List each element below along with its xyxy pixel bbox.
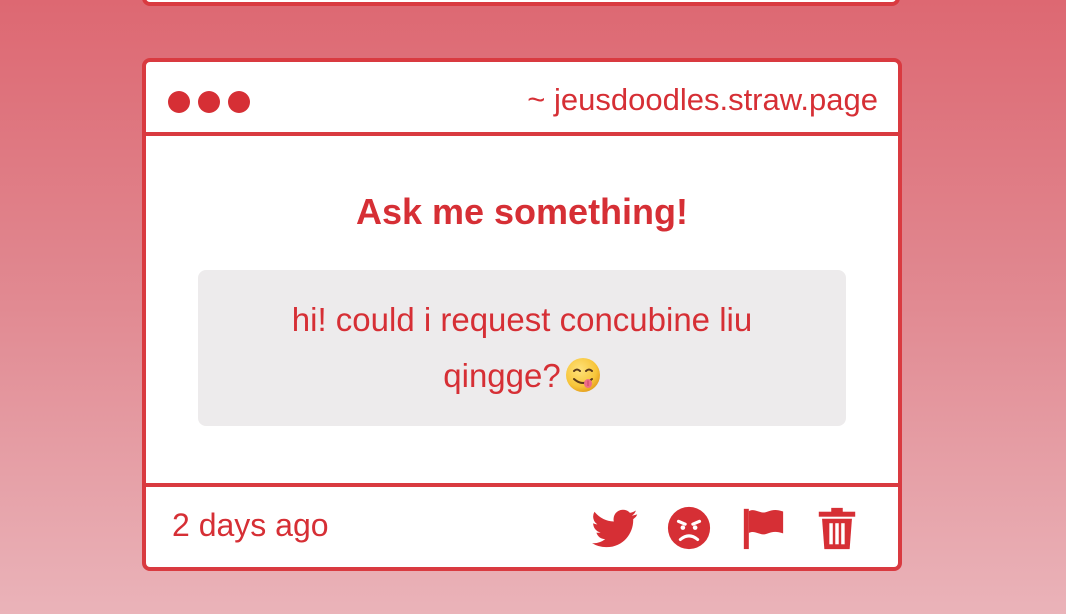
question-text: hi! could i request concubine liu qingge…	[291, 301, 753, 394]
prompt-heading: Ask me something!	[355, 191, 689, 232]
flag-icon[interactable]	[740, 505, 786, 551]
twitter-icon[interactable]	[592, 505, 638, 551]
question-box: hi! could i request concubine liu qingge…	[198, 270, 846, 426]
face-savoring-food-emoji	[565, 358, 600, 392]
timestamp: 2 days ago	[172, 507, 329, 543]
card-footer: 2 days ago	[146, 487, 898, 567]
dot-icon	[228, 91, 250, 113]
window-dots	[168, 91, 250, 113]
action-bar	[592, 505, 860, 551]
angry-face-icon[interactable]	[666, 505, 712, 551]
previous-card	[142, 0, 900, 6]
page-url[interactable]: ~ jeusdoodles.straw.page	[527, 80, 878, 120]
question-card: ~ jeusdoodles.straw.page Ask me somethin…	[142, 58, 902, 571]
dot-icon	[168, 91, 190, 113]
trash-icon[interactable]	[814, 505, 860, 551]
dot-icon	[198, 91, 220, 113]
card-content: Ask me something! hi! could i request co…	[146, 136, 898, 487]
card-titlebar: ~ jeusdoodles.straw.page	[146, 62, 898, 136]
question-text-wrapper: hi! could i request concubine liu qingge…	[258, 292, 786, 404]
